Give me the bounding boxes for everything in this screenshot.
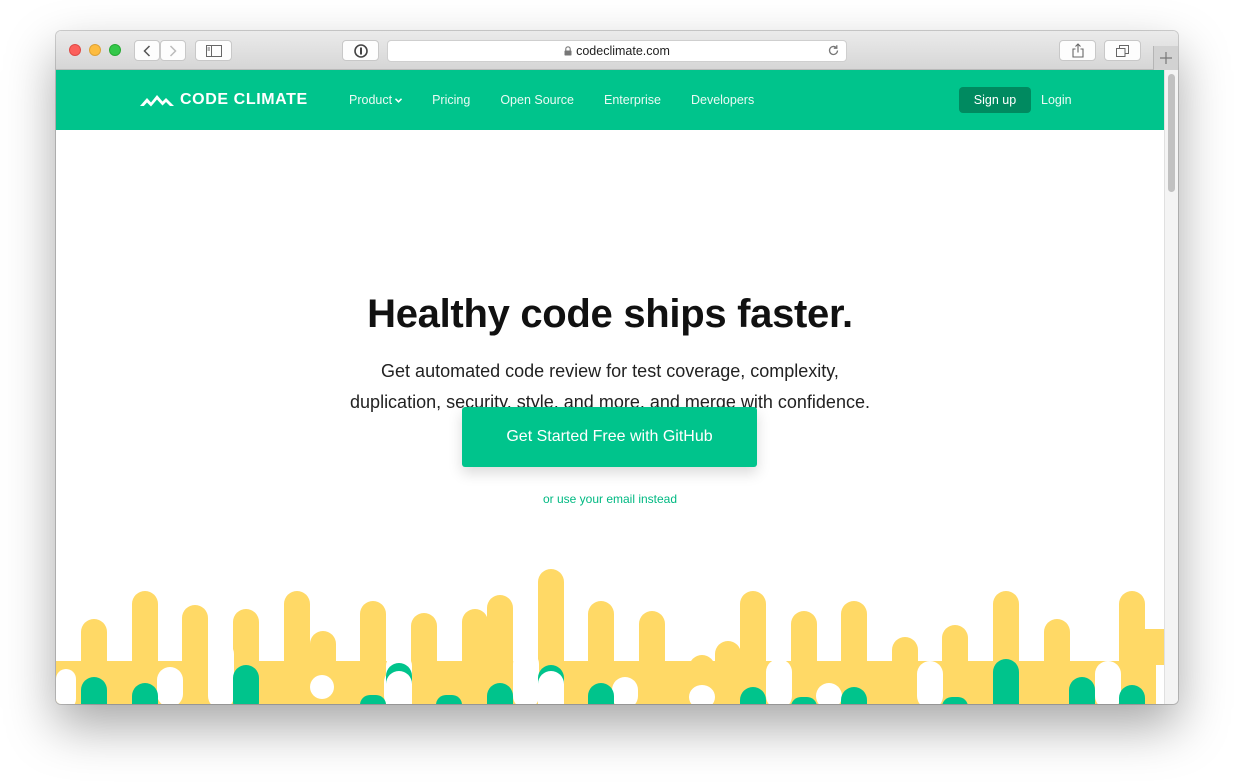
nav-open-source[interactable]: Open Source <box>500 93 574 107</box>
lock-icon <box>564 46 572 56</box>
forward-arrow-icon <box>169 44 177 57</box>
back-arrow-icon <box>143 44 151 57</box>
password-icon <box>353 43 368 58</box>
sidebar-button[interactable] <box>195 40 232 61</box>
browser-toolbar: codeclimate.com <box>56 31 1178 70</box>
address-bar[interactable]: codeclimate.com <box>387 40 847 62</box>
decorative-drip-pattern <box>56 569 1164 704</box>
reload-icon[interactable] <box>827 44 840 57</box>
nav-enterprise[interactable]: Enterprise <box>604 93 661 107</box>
hero-subtitle-line-1: Get automated code review for test cover… <box>381 361 839 381</box>
logo-wordmark: CODE CLIMATE <box>180 91 308 108</box>
page-viewport: CODE CLIMATE Product Pricing Open Source… <box>56 70 1164 704</box>
nav-product-label: Product <box>349 93 393 107</box>
vertical-scrollbar[interactable] <box>1164 70 1178 704</box>
primary-nav: Product Pricing Open Source Enterprise D… <box>349 70 784 130</box>
hero-headline: Healthy code ships faster. <box>367 292 853 336</box>
tabs-icon <box>1116 44 1129 57</box>
nav-product[interactable]: Product <box>349 93 403 107</box>
get-started-github-button[interactable]: Get Started Free with GitHub <box>462 407 757 467</box>
nav-pricing[interactable]: Pricing <box>432 93 470 107</box>
scrollbar-thumb[interactable] <box>1168 74 1175 192</box>
signup-button[interactable]: Sign up <box>959 87 1031 113</box>
new-tab-button[interactable] <box>1153 46 1178 70</box>
site-header: CODE CLIMATE Product Pricing Open Source… <box>56 70 1164 130</box>
close-window-button[interactable] <box>69 44 81 56</box>
share-icon <box>1071 43 1084 58</box>
chevron-down-icon <box>395 97 403 103</box>
back-button[interactable] <box>134 40 160 61</box>
new-tab-plus-icon <box>1160 52 1172 64</box>
nav-developers[interactable]: Developers <box>691 93 754 107</box>
maximize-window-button[interactable] <box>109 44 121 56</box>
share-button[interactable] <box>1059 40 1096 61</box>
url-text: codeclimate.com <box>576 44 670 58</box>
use-email-link[interactable]: or use your email instead <box>56 492 1164 506</box>
password-manager-button[interactable] <box>342 40 379 61</box>
forward-button[interactable] <box>160 40 186 61</box>
browser-window: codeclimate.com CODE CLIMATE Product Pri… <box>56 31 1178 704</box>
show-tabs-button[interactable] <box>1104 40 1141 61</box>
minimize-window-button[interactable] <box>89 44 101 56</box>
login-link[interactable]: Login <box>1041 87 1072 113</box>
mountain-logo-icon <box>140 95 174 107</box>
code-climate-logo[interactable]: CODE CLIMATE <box>140 89 308 111</box>
sidebar-icon <box>205 44 222 57</box>
